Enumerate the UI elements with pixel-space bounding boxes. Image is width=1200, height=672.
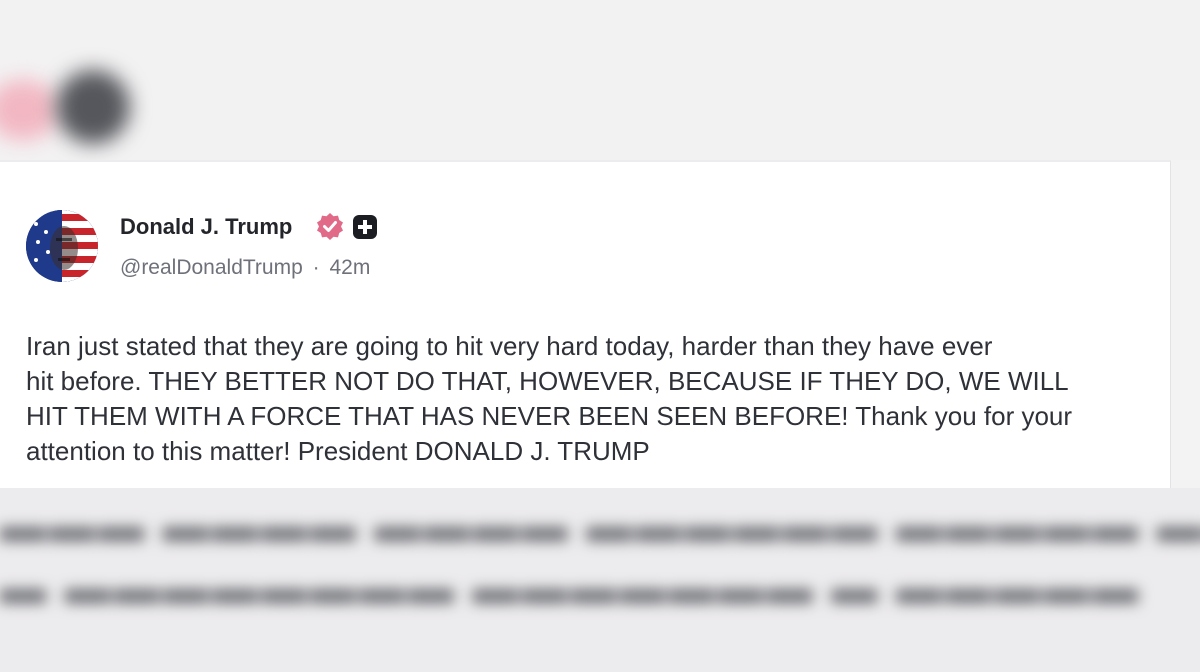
blurred-shape <box>0 80 58 140</box>
blurred-footer-area: ▬▬▬ ▬▬▬▬ ▬▬▬▬ ▬▬▬▬▬▬ ▬▬▬▬▬ ▬ ▬ ▬▬▬ ▬▬▬▬ ▬ ▬… <box>0 488 1200 672</box>
post-card: Donald J. Trump @realDonaldTrump · 42m I… <box>0 160 1171 490</box>
blurred-text-line: ▬ ▬▬▬▬▬▬▬▬ ▬▬▬▬▬▬▬ ▬ ▬▬▬▬▬ <box>0 561 1142 613</box>
handle-row: @realDonaldTrump · 42m <box>120 256 370 280</box>
avatar-flag-face-image <box>26 210 98 282</box>
verified-badge-icon <box>317 213 343 240</box>
post-body-text: Iran just stated that they are going to … <box>26 331 1073 466</box>
separator-dot: · <box>312 256 320 279</box>
blurred-text-line: ▬▬▬ ▬▬▬▬ ▬▬▬▬ ▬▬▬▬▬▬ ▬▬▬▬▬ ▬▬▬▬▬ ▬▬▬▬ ▬▬… <box>0 499 1200 551</box>
plus-badge-icon <box>353 215 377 239</box>
author-name[interactable]: Donald J. Trump <box>120 214 292 240</box>
handle[interactable]: @realDonaldTrump <box>120 256 303 280</box>
timestamp[interactable]: 42m <box>329 256 370 280</box>
blurred-shape <box>56 70 130 144</box>
avatar[interactable] <box>26 210 98 282</box>
blurred-header-area <box>0 0 1200 160</box>
